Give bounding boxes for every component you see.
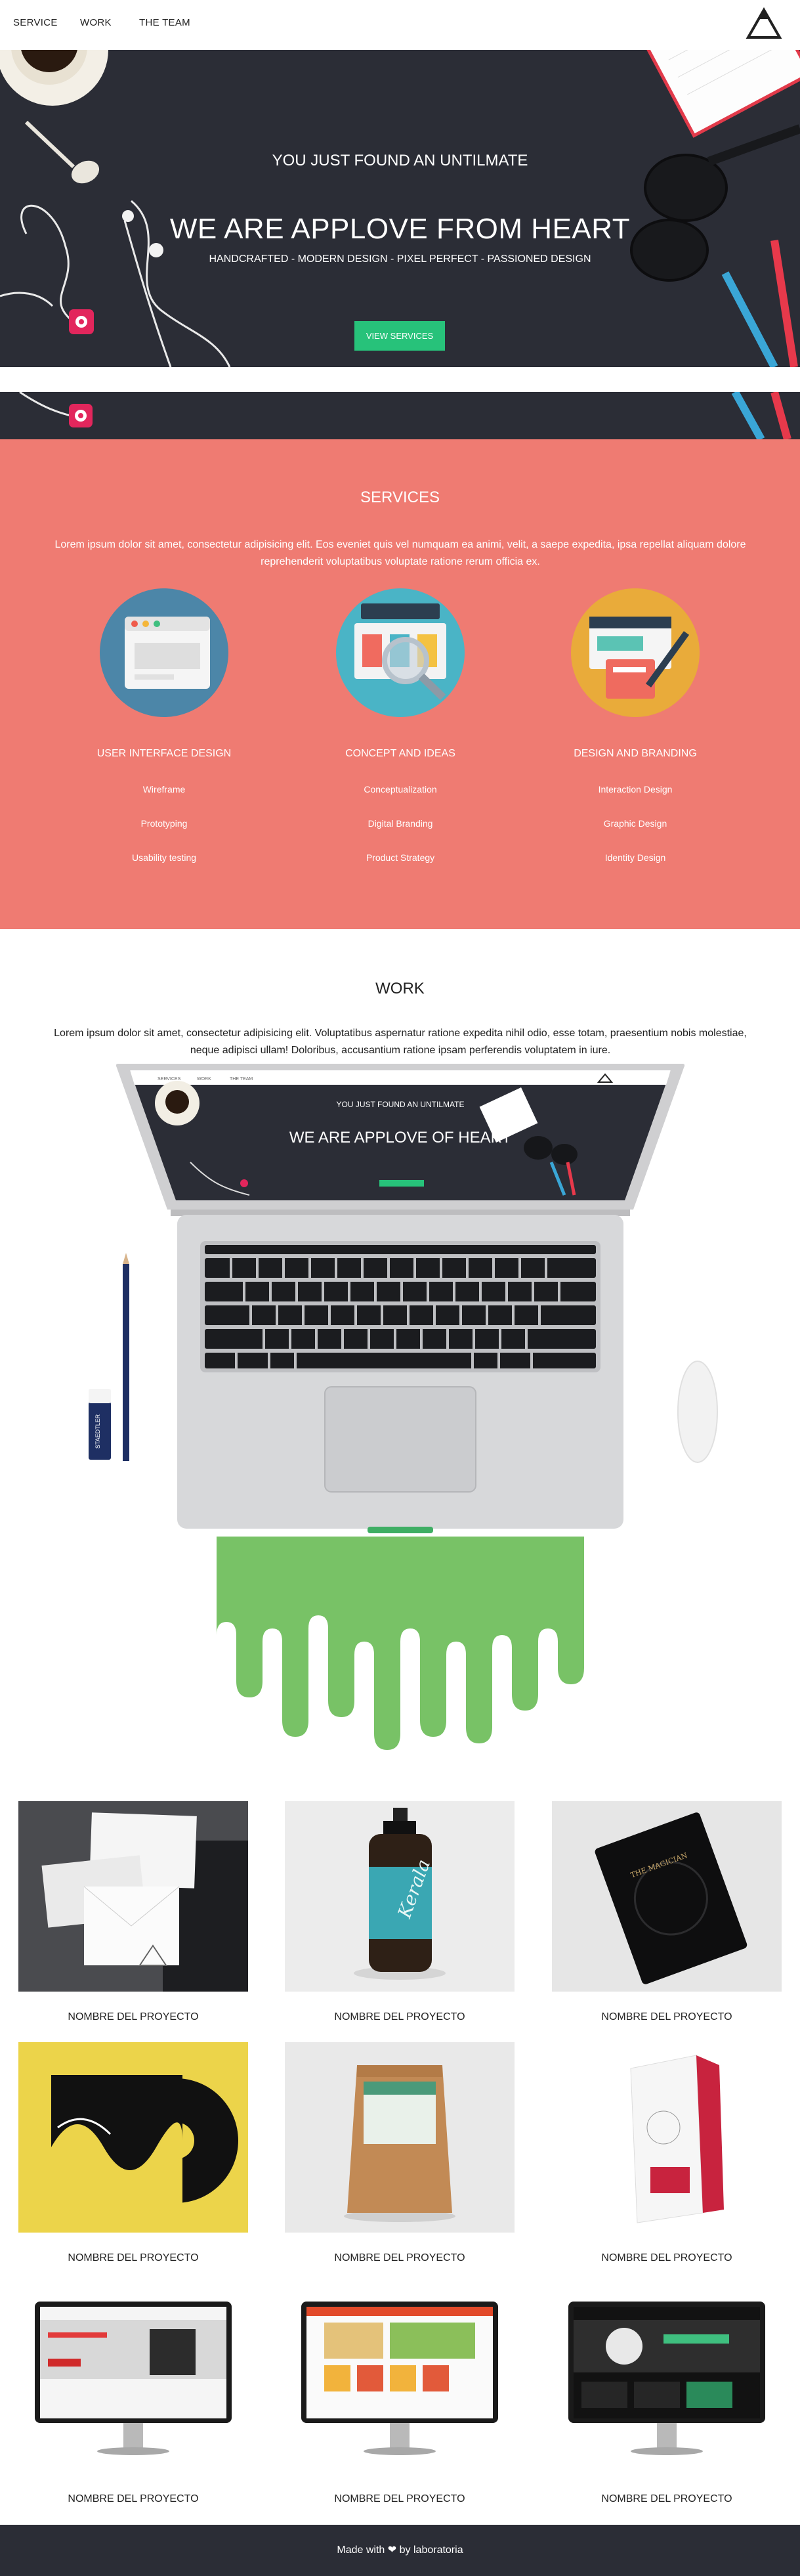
view-services-button[interactable]: VIEW SERVICES <box>354 321 445 351</box>
footer-prefix: Made with <box>337 2544 385 2556</box>
vinyl-mockup-image <box>18 2042 248 2233</box>
service-item: Identity Design <box>604 852 666 863</box>
nav-link-the-team[interactable]: THE TEAM <box>139 17 190 28</box>
bottle-mockup-image: Kerala <box>285 1801 515 1992</box>
eraser-brand: STAEDTLER <box>95 1414 101 1449</box>
footer-credit[interactable]: by laboratoria <box>400 2544 463 2556</box>
service-item: Conceptualization <box>364 784 437 795</box>
stationery-mockup-image <box>18 1801 248 1992</box>
footer: Made with ❤ by laboratoria <box>0 2525 800 2576</box>
service-title-branding: DESIGN AND BRANDING <box>574 748 697 759</box>
nav-link-work[interactable]: WORK <box>80 17 112 28</box>
project-name: NOMBRE DEL PROYECTO <box>601 2252 732 2263</box>
project-thumb-monitor-1[interactable] <box>18 2283 248 2474</box>
project-thumb-monitor-2[interactable] <box>285 2283 515 2474</box>
service-item: Wireframe <box>142 784 186 795</box>
hero-title: WE ARE APPLOVE FROM HEART <box>169 213 631 245</box>
work-title: WORK <box>375 980 425 997</box>
services-description: Lorem ipsum dolor sit amet, consectetur … <box>54 539 746 567</box>
triangle-logo-icon[interactable] <box>746 7 782 43</box>
hero-desk-illustration <box>0 50 800 367</box>
website-monitor-2-image <box>301 2302 498 2455</box>
service-item: Graphic Design <box>603 818 667 829</box>
project-name: NOMBRE DEL PROYECTO <box>68 2011 199 2022</box>
laptop-screen-nav-team: THE TEAM <box>230 1077 253 1081</box>
laptop-screen-subtitle: YOU JUST FOUND AN UNTILMATE <box>337 1100 465 1109</box>
laptop-screen-nav-work: WORK <box>197 1077 211 1081</box>
project-thumb-stationery[interactable] <box>18 1801 248 1992</box>
brand-cards-pen-icon <box>571 588 700 717</box>
website-monitor-3-image <box>568 2302 765 2455</box>
hero-section: YOU JUST FOUND AN UNTILMATE WE ARE APPLO… <box>0 50 800 367</box>
laptop-screen-title: WE ARE APPLOVE OF HEART <box>289 1129 512 1146</box>
book-mockup-image: THE MAGICIAN <box>552 1801 782 1992</box>
band-illustration <box>19 392 791 439</box>
project-thumb-vinyl[interactable] <box>18 2042 248 2233</box>
service-title-ui: USER INTERFACE DESIGN <box>96 748 232 759</box>
project-thumb-box[interactable] <box>552 2042 782 2233</box>
project-thumb-monitor-3[interactable] <box>552 2283 782 2474</box>
heart-icon: ❤ <box>387 2544 397 2556</box>
nav-link-service[interactable]: SERVICE <box>13 17 58 28</box>
hero-strip-band <box>0 392 800 439</box>
project-name: NOMBRE DEL PROYECTO <box>601 2493 732 2504</box>
box-mockup-image <box>552 2042 782 2233</box>
project-name: NOMBRE DEL PROYECTO <box>601 2011 732 2022</box>
services-title: SERVICES <box>360 489 440 506</box>
project-thumb-pouch[interactable] <box>285 2042 515 2233</box>
project-name: NOMBRE DEL PROYECTO <box>334 2493 465 2504</box>
laptop-screen-nav-services: SERVICES <box>158 1077 181 1081</box>
hero-subtitle: YOU JUST FOUND AN UNTILMATE <box>272 152 528 169</box>
project-name: NOMBRE DEL PROYECTO <box>68 2493 199 2504</box>
top-nav: SERVICE WORK THE TEAM <box>0 0 800 50</box>
website-monitor-1-image <box>35 2302 232 2455</box>
pouch-mockup-image <box>285 2042 515 2233</box>
service-item: Usability testing <box>131 852 197 863</box>
services-section: SERVICES Lorem ipsum dolor sit amet, con… <box>0 439 800 929</box>
project-name: NOMBRE DEL PROYECTO <box>68 2252 199 2263</box>
browser-window-icon <box>100 588 228 717</box>
service-item: Product Strategy <box>366 852 435 863</box>
laptop-illustration: YOU JUST FOUND AN UNTILMATE WE ARE APPLO… <box>89 1064 718 1750</box>
project-name: NOMBRE DEL PROYECTO <box>334 2011 465 2022</box>
laptop-showcase: YOU JUST FOUND AN UNTILMATE WE ARE APPLO… <box>79 1064 722 1753</box>
project-thumb-bottle[interactable]: Kerala <box>285 1801 515 1992</box>
service-item: Digital Branding <box>368 818 433 829</box>
service-title-concept: CONCEPT AND IDEAS <box>345 748 455 759</box>
magnifier-chart-icon <box>336 588 465 717</box>
project-thumb-book[interactable]: THE MAGICIAN <box>552 1801 782 1992</box>
service-item: Prototyping <box>140 818 188 829</box>
project-name: NOMBRE DEL PROYECTO <box>334 2252 465 2263</box>
hero-tagline: HANDCRAFTED - MODERN DESIGN - PIXEL PERF… <box>209 253 591 265</box>
work-description: Lorem ipsum dolor sit amet, consectetur … <box>54 1028 747 1056</box>
service-item: Interaction Design <box>598 784 673 795</box>
